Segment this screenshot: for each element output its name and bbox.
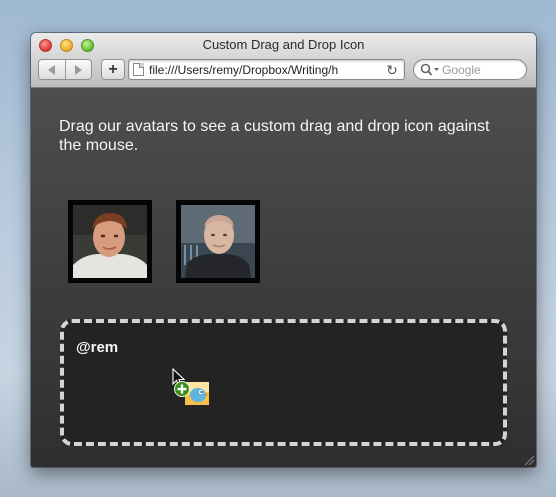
navigation-buttons xyxy=(38,59,92,80)
search-placeholder: Google xyxy=(442,63,481,77)
drop-zone[interactable]: @rem xyxy=(60,319,507,446)
search-icon xyxy=(420,63,439,76)
back-arrow-icon xyxy=(48,64,56,75)
page-content: Drag our avatars to see a custom drag an… xyxy=(31,88,536,467)
page-icon xyxy=(133,63,144,76)
drop-zone-label: @rem xyxy=(76,339,119,356)
address-bar[interactable]: file:///Users/remy/Dropbox/Writing/h ↻ xyxy=(128,59,405,80)
address-input[interactable]: file:///Users/remy/Dropbox/Writing/h xyxy=(149,63,382,77)
search-field[interactable]: Google xyxy=(413,59,527,80)
avatar-image xyxy=(73,205,147,278)
title-bar: Custom Drag and Drop Icon + file:///User… xyxy=(31,33,536,88)
avatar-image xyxy=(181,205,255,278)
forward-button[interactable] xyxy=(64,60,92,79)
reload-icon[interactable]: ↻ xyxy=(384,62,400,78)
avatar-2[interactable] xyxy=(176,200,260,283)
avatar-1[interactable] xyxy=(68,200,152,283)
forward-arrow-icon xyxy=(74,64,82,75)
window-title: Custom Drag and Drop Icon xyxy=(202,37,365,52)
resize-grip-icon[interactable] xyxy=(523,454,534,465)
drag-bird-icon xyxy=(174,381,209,405)
back-button[interactable] xyxy=(39,60,65,79)
instructions-text: Drag our avatars to see a custom drag an… xyxy=(59,118,490,154)
browser-window: Custom Drag and Drop Icon + file:///User… xyxy=(31,33,536,467)
add-bookmark-button[interactable]: + xyxy=(101,59,125,80)
